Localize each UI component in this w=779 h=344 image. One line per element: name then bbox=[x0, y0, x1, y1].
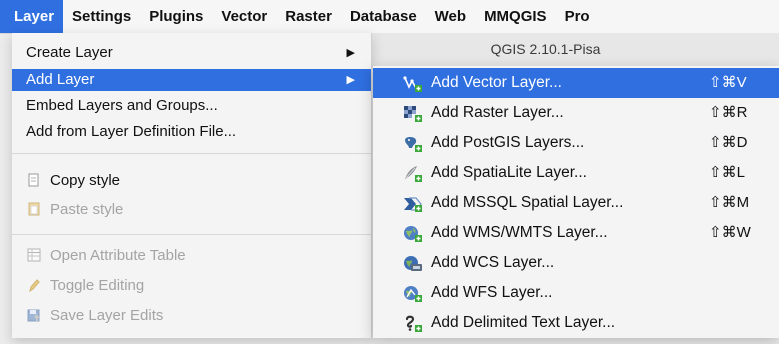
submenu-item-add-raster-layer[interactable]: Add Raster Layer... ⇧⌘R bbox=[373, 98, 779, 128]
menu-item-label: Embed Layers and Groups... bbox=[26, 97, 218, 114]
submenu-item-add-delimited-text-layer[interactable]: Add Delimited Text Layer... bbox=[373, 308, 779, 338]
menu-item-copy-style[interactable]: Copy style bbox=[12, 170, 371, 192]
menu-web[interactable]: Web bbox=[426, 0, 475, 33]
submenu-item-label: Add WFS Layer... bbox=[431, 284, 553, 301]
window-title-bar: QGIS 2.10.1-Pisa bbox=[372, 33, 779, 67]
spatialite-icon bbox=[403, 164, 423, 182]
menu-item-embed-layers[interactable]: Embed Layers and Groups... bbox=[12, 95, 371, 117]
shortcut-label: ⇧⌘D bbox=[709, 134, 748, 151]
submenu-item-add-wfs-layer[interactable]: Add WFS Layer... bbox=[373, 278, 779, 308]
menu-separator bbox=[12, 153, 371, 154]
menu-database[interactable]: Database bbox=[341, 0, 426, 33]
menu-item-label: Add Layer bbox=[26, 71, 95, 88]
submenu-item-label: Add Delimited Text Layer... bbox=[431, 314, 616, 331]
attribute-table-icon bbox=[26, 247, 42, 262]
submenu-item-add-spatialite-layer[interactable]: Add SpatiaLite Layer... ⇧⌘L bbox=[373, 158, 779, 188]
menu-plugins[interactable]: Plugins bbox=[140, 0, 212, 33]
menu-raster[interactable]: Raster bbox=[276, 0, 341, 33]
menu-item-paste-style[interactable]: Paste style bbox=[12, 199, 371, 221]
submenu-item-label: Add PostGIS Layers... bbox=[431, 134, 585, 151]
add-layer-submenu: Add Vector Layer... ⇧⌘V Add Raster Layer… bbox=[373, 66, 779, 338]
menu-item-label: Open Attribute Table bbox=[50, 247, 186, 264]
menu-item-label: Paste style bbox=[50, 201, 124, 218]
submenu-item-add-wms-wmts-layer[interactable]: Add WMS/WMTS Layer... ⇧⌘W bbox=[373, 218, 779, 248]
delimited-text-icon bbox=[403, 314, 423, 332]
copy-style-icon bbox=[26, 172, 42, 187]
menu-item-save-layer-edits[interactable]: Save Layer Edits bbox=[12, 305, 371, 327]
menu-processing[interactable]: Pro bbox=[556, 0, 599, 33]
shortcut-label: ⇧⌘V bbox=[709, 74, 747, 91]
mssql-icon bbox=[403, 194, 423, 212]
menu-item-label: Create Layer bbox=[26, 44, 113, 61]
menu-vector[interactable]: Vector bbox=[212, 0, 276, 33]
menu-item-create-layer[interactable]: Create Layer ▶ bbox=[12, 42, 371, 64]
vector-layer-icon bbox=[403, 74, 423, 92]
menu-item-add-layer[interactable]: Add Layer ▶ bbox=[12, 69, 371, 91]
layer-menu-dropdown: Create Layer ▶ Add Layer ▶ Embed Layers … bbox=[12, 33, 372, 338]
postgis-icon bbox=[403, 134, 423, 152]
submenu-arrow-icon: ▶ bbox=[346, 74, 355, 86]
submenu-item-add-wcs-layer[interactable]: Add WCS Layer... bbox=[373, 248, 779, 278]
shortcut-label: ⇧⌘R bbox=[709, 104, 748, 121]
menu-mmqgis[interactable]: MMQGIS bbox=[475, 0, 556, 33]
menu-item-toggle-editing[interactable]: Toggle Editing bbox=[12, 275, 371, 297]
submenu-item-add-vector-layer[interactable]: Add Vector Layer... ⇧⌘V bbox=[373, 68, 779, 98]
menu-item-label: Copy style bbox=[50, 172, 121, 189]
menu-item-open-attribute-table[interactable]: Open Attribute Table bbox=[12, 245, 371, 267]
menu-layer[interactable]: Layer bbox=[0, 0, 64, 33]
shortcut-label: ⇧⌘W bbox=[709, 224, 751, 241]
submenu-item-label: Add MSSQL Spatial Layer... bbox=[431, 194, 624, 211]
save-edits-icon bbox=[26, 307, 42, 322]
menu-separator bbox=[12, 234, 371, 235]
shortcut-label: ⇧⌘L bbox=[709, 164, 745, 181]
submenu-item-add-postgis-layers[interactable]: Add PostGIS Layers... ⇧⌘D bbox=[373, 128, 779, 158]
menu-item-add-layer-definition[interactable]: Add from Layer Definition File... bbox=[12, 121, 371, 143]
submenu-item-label: Add WMS/WMTS Layer... bbox=[431, 224, 608, 241]
menu-item-label: Toggle Editing bbox=[50, 277, 145, 294]
window-title: QGIS 2.10.1-Pisa bbox=[490, 41, 601, 57]
wfs-icon bbox=[403, 284, 423, 302]
menu-settings[interactable]: Settings bbox=[63, 0, 140, 33]
pencil-icon bbox=[26, 277, 42, 293]
submenu-arrow-icon: ▶ bbox=[346, 47, 355, 59]
submenu-item-label: Add SpatiaLite Layer... bbox=[431, 164, 587, 181]
submenu-item-label: Add Vector Layer... bbox=[431, 74, 562, 91]
shortcut-label: ⇧⌘M bbox=[709, 194, 750, 211]
raster-layer-icon bbox=[403, 104, 423, 122]
menu-bar: Layer Settings Plugins Vector Raster Dat… bbox=[0, 0, 779, 34]
paste-style-icon bbox=[26, 201, 42, 216]
menu-item-label: Save Layer Edits bbox=[50, 307, 164, 324]
submenu-item-add-mssql-spatial-layer[interactable]: Add MSSQL Spatial Layer... ⇧⌘M bbox=[373, 188, 779, 218]
submenu-item-label: Add WCS Layer... bbox=[431, 254, 555, 271]
wms-icon bbox=[403, 224, 423, 242]
submenu-item-label: Add Raster Layer... bbox=[431, 104, 564, 121]
wcs-icon bbox=[403, 254, 423, 272]
menu-item-label: Add from Layer Definition File... bbox=[26, 123, 237, 140]
